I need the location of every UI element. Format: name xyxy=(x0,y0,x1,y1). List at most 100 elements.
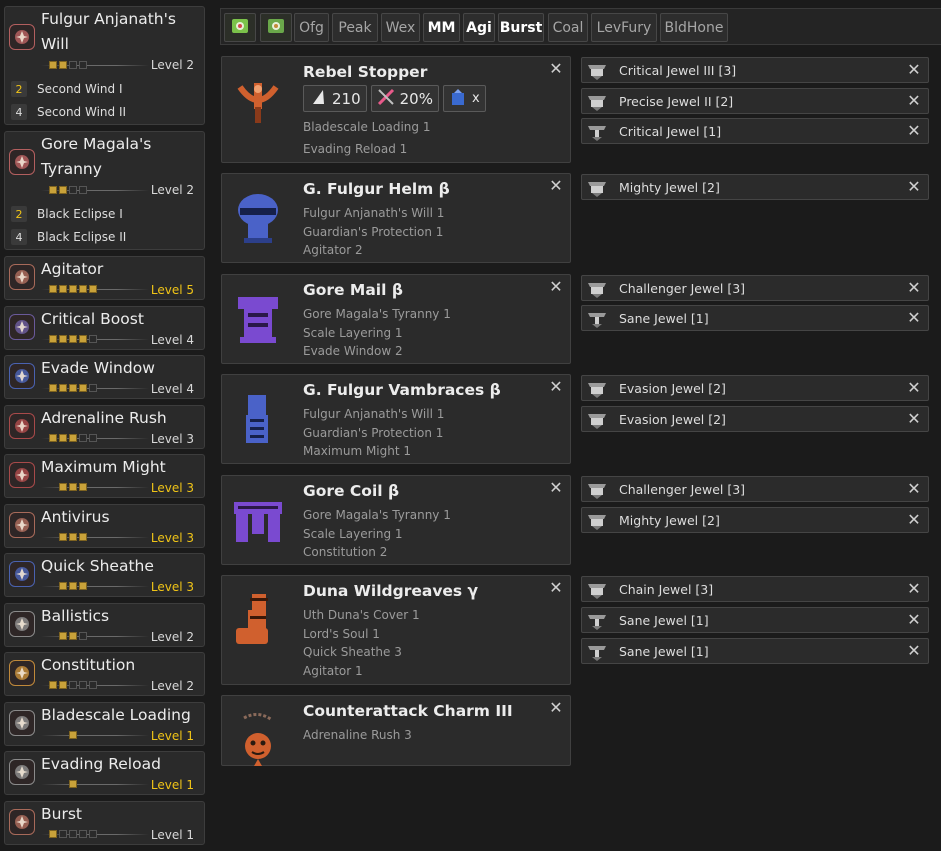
decoration-slot[interactable]: Sane Jewel [1] ✕ xyxy=(581,638,929,664)
chest-armor-icon xyxy=(226,287,290,351)
skill-row[interactable]: Gore Magala's Tyranny Level 2 2 Black Eclip… xyxy=(4,131,205,250)
skill-pip xyxy=(49,186,57,194)
decoration-slot[interactable]: Mighty Jewel [2] ✕ xyxy=(581,174,929,200)
decoration-slot[interactable]: Sane Jewel [1] ✕ xyxy=(581,305,929,331)
equipment-name: Rebel Stopper xyxy=(303,63,428,81)
remove-equipment-button[interactable]: ✕ xyxy=(548,480,564,496)
decoration-slot[interactable]: Precise Jewel II [2] ✕ xyxy=(581,88,929,114)
equipment-name: G. Fulgur Vambraces β xyxy=(303,381,501,399)
decoration-slot-icon xyxy=(586,92,608,111)
filter-label: Coal xyxy=(552,19,584,36)
remove-decoration-button[interactable]: ✕ xyxy=(906,512,922,528)
maximum-might-icon xyxy=(9,462,35,488)
remove-decoration-button[interactable]: ✕ xyxy=(906,62,922,78)
set-bonus-label: Black Eclipse II xyxy=(37,230,127,244)
skill-name: Adrenaline Rush xyxy=(41,409,167,427)
remove-equipment-button[interactable]: ✕ xyxy=(548,279,564,295)
decoration-name: Sane Jewel [1] xyxy=(619,311,709,326)
skill-level: Level 4 xyxy=(150,382,194,396)
remove-equipment-button[interactable]: ✕ xyxy=(548,379,564,395)
filter-wex[interactable]: Wex xyxy=(381,13,420,42)
skill-pip xyxy=(79,384,87,392)
filter-peak[interactable]: Peak xyxy=(332,13,378,42)
equipment-name: Gore Coil β xyxy=(303,482,400,500)
set-bonus-pieces: 2 xyxy=(11,81,27,97)
equipment-skill: Guardian's Protection 1 xyxy=(303,224,444,239)
equipment-card-legs[interactable]: Duna Wildgreaves γ ✕ Uth Duna's Cover 1 Lor… xyxy=(221,575,571,685)
skill-row[interactable]: Maximum Might Level 3 xyxy=(4,454,205,498)
filter-burst[interactable]: Burst xyxy=(498,13,544,42)
remove-equipment-button[interactable]: ✕ xyxy=(548,700,564,716)
skill-row[interactable]: Bladescale Loading Level 1 xyxy=(4,702,205,746)
equipment-skill: Scale Layering 1 xyxy=(303,526,403,541)
armor-filter-button[interactable] xyxy=(260,13,292,42)
decoration-slot[interactable]: Challenger Jewel [3] ✕ xyxy=(581,275,929,301)
skill-level: Level 2 xyxy=(150,630,194,644)
skill-row[interactable]: Adrenaline Rush Level 3 xyxy=(4,405,205,449)
skill-name: Fulgur Anjanath's Will xyxy=(41,10,176,53)
decoration-slot[interactable]: Evasion Jewel [2] ✕ xyxy=(581,375,929,401)
remove-decoration-button[interactable]: ✕ xyxy=(906,411,922,427)
skill-name: Critical Boost xyxy=(41,310,144,328)
remove-equipment-button[interactable]: ✕ xyxy=(548,580,564,596)
skill-row[interactable]: Fulgur Anjanath's Will Level 2 2 Second Win… xyxy=(4,6,205,125)
decoration-slot[interactable]: Challenger Jewel [3] ✕ xyxy=(581,476,929,502)
decoration-slot[interactable]: Evasion Jewel [2] ✕ xyxy=(581,406,929,432)
remove-decoration-button[interactable]: ✕ xyxy=(906,280,922,296)
remove-decoration-button[interactable]: ✕ xyxy=(906,380,922,396)
skill-row[interactable]: Quick Sheathe Level 3 xyxy=(4,553,205,597)
quick-sheathe-icon xyxy=(9,561,35,587)
remove-decoration-button[interactable]: ✕ xyxy=(906,179,922,195)
skill-row[interactable]: Ballistics Level 2 xyxy=(4,603,205,647)
remove-decoration-button[interactable]: ✕ xyxy=(906,612,922,628)
skill-row[interactable]: Evade Window Level 4 xyxy=(4,355,205,399)
evade-window-icon xyxy=(9,363,35,389)
decoration-slot[interactable]: Critical Jewel III [3] ✕ xyxy=(581,57,929,83)
decoration-slot[interactable]: Mighty Jewel [2] ✕ xyxy=(581,507,929,533)
skill-level-pips xyxy=(41,533,149,542)
filter-mm[interactable]: MM xyxy=(423,13,460,42)
remove-decoration-button[interactable]: ✕ xyxy=(906,123,922,139)
remove-equipment-button[interactable]: ✕ xyxy=(548,61,564,77)
filter-levfury[interactable]: LevFury xyxy=(591,13,657,42)
filter-agi[interactable]: Agi xyxy=(463,13,495,42)
equipment-card-arms[interactable]: G. Fulgur Vambraces β ✕ Fulgur Anjanath's … xyxy=(221,374,571,464)
skill-row[interactable]: Antivirus Level 3 xyxy=(4,504,205,548)
remove-decoration-button[interactable]: ✕ xyxy=(906,643,922,659)
remove-equipment-button[interactable]: ✕ xyxy=(548,178,564,194)
filter-ofg[interactable]: Ofg xyxy=(294,13,329,42)
remove-decoration-button[interactable]: ✕ xyxy=(906,481,922,497)
decoration-slot[interactable]: Critical Jewel [1] ✕ xyxy=(581,118,929,144)
skill-pip xyxy=(59,533,67,541)
decoration-slot[interactable]: Sane Jewel [1] ✕ xyxy=(581,607,929,633)
remove-decoration-button[interactable]: ✕ xyxy=(906,581,922,597)
skill-level: Level 5 xyxy=(150,283,194,297)
equipment-card-charm[interactable]: Counterattack Charm III ✕ Adrenaline Rush … xyxy=(221,695,571,766)
set-bonus-row: 2 Second Wind I xyxy=(11,80,200,98)
set-bonus-pieces: 4 xyxy=(11,229,27,245)
skill-row[interactable]: Burst Level 1 xyxy=(4,801,205,845)
skill-row[interactable]: Constitution Level 2 xyxy=(4,652,205,696)
constitution-icon xyxy=(9,660,35,686)
filter-bldhone[interactable]: BldHone xyxy=(660,13,728,42)
filter-label: BldHone xyxy=(664,19,724,36)
decoration-slot-icon xyxy=(586,178,608,197)
equipment-card-chest[interactable]: Gore Mail β ✕ Gore Magala's Tyranny 1 Scale… xyxy=(221,274,571,364)
remove-decoration-button[interactable]: ✕ xyxy=(906,93,922,109)
filter-coal[interactable]: Coal xyxy=(548,13,588,42)
remove-decoration-button[interactable]: ✕ xyxy=(906,310,922,326)
equipment-card-weapon[interactable]: Rebel Stopper ✕ 210 20% x Bladescale Loading … xyxy=(221,56,571,163)
equipment-card-waist[interactable]: Gore Coil β ✕ Gore Magala's Tyranny 1 Scale… xyxy=(221,475,571,565)
skill-row[interactable]: Agitator Level 5 xyxy=(4,256,205,300)
attack-stat: 210 xyxy=(303,85,367,112)
equipment-card-helm[interactable]: G. Fulgur Helm β ✕ Fulgur Anjanath's Will … xyxy=(221,173,571,263)
skill-row[interactable]: Critical Boost Level 4 xyxy=(4,306,205,350)
skill-row[interactable]: Evading Reload Level 1 xyxy=(4,751,205,795)
skill-pip xyxy=(69,483,77,491)
decoration-slot-icon xyxy=(586,309,608,328)
affinity-icon xyxy=(377,88,395,110)
skill-pip xyxy=(69,681,77,689)
bowgun-filter-button[interactable] xyxy=(224,13,256,42)
equipment-skill: Fulgur Anjanath's Will 1 xyxy=(303,407,445,421)
decoration-slot[interactable]: Chain Jewel [3] ✕ xyxy=(581,576,929,602)
